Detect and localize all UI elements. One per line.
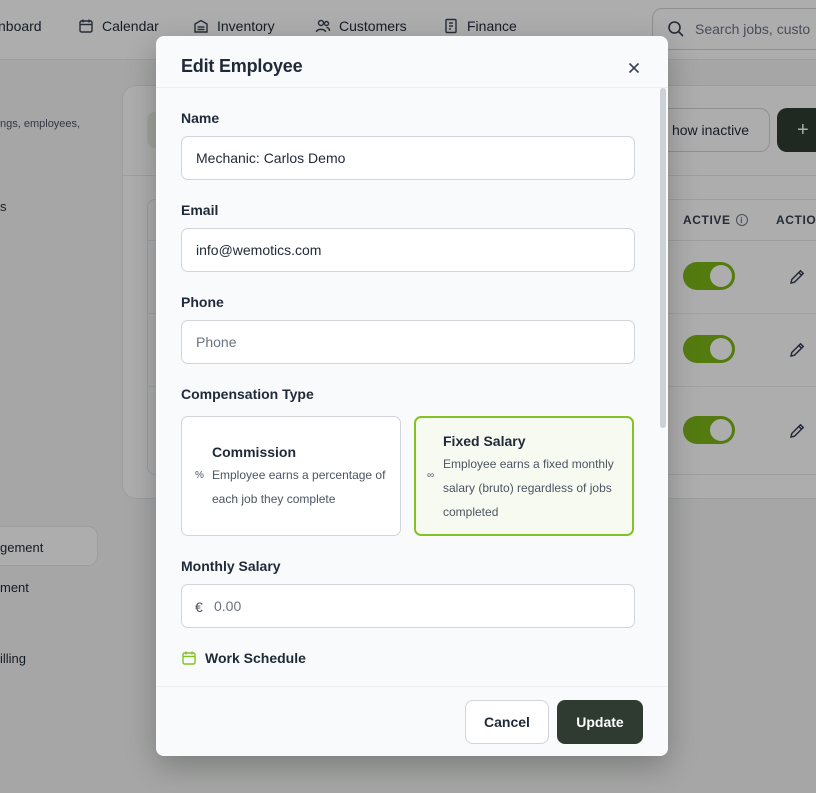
calendar-icon (182, 651, 196, 665)
phone-field[interactable] (181, 320, 635, 364)
monthly-salary-field[interactable] (214, 585, 614, 627)
fixed-desc-line: Employee earns a fixed monthly (443, 457, 614, 471)
fixed-salary-title: Fixed Salary (443, 433, 526, 449)
commission-desc-line: Employee earns a percentage of (212, 468, 386, 482)
work-schedule-label: Work Schedule (205, 650, 306, 666)
phone-label: Phone (181, 294, 224, 310)
euro-currency-symbol: € (195, 599, 203, 615)
fixed-desc-line: completed (443, 505, 499, 519)
fixed-salary-option-card[interactable]: Fixed Salary ∞ Employee earns a fixed mo… (414, 416, 634, 536)
commission-description: Employee earns a percentage of each job … (212, 463, 385, 511)
name-label: Name (181, 110, 220, 126)
commission-title: Commission (212, 444, 297, 460)
modal-title: Edit Employee (181, 56, 303, 76)
percent-icon: % (195, 470, 204, 481)
commission-option-card[interactable]: Commission % Employee earns a percentage… (181, 416, 401, 536)
compensation-type-label: Compensation Type (181, 386, 314, 402)
fixed-desc-line: salary (bruto) regardless of jobs (443, 481, 612, 495)
modal-header: Edit Employee (156, 36, 668, 88)
cancel-button[interactable]: Cancel (465, 700, 549, 744)
monthly-salary-input-wrapper: € (181, 584, 635, 628)
modal-scrollbar-thumb[interactable] (660, 88, 666, 428)
fixed-salary-description: Employee earns a fixed monthly salary (b… (443, 452, 614, 524)
work-schedule-section[interactable]: Work Schedule (181, 650, 306, 666)
email-field[interactable] (181, 228, 635, 272)
update-button[interactable]: Update (557, 700, 643, 744)
modal-footer: Cancel Update (156, 686, 668, 756)
email-label: Email (181, 202, 219, 218)
close-icon[interactable] (626, 60, 642, 76)
edit-employee-modal: Edit Employee Name Email Phone Compensat… (156, 36, 668, 756)
infinity-icon: ∞ (427, 470, 435, 481)
name-field[interactable] (181, 136, 635, 180)
commission-desc-line: each job they complete (212, 492, 336, 506)
monthly-salary-label: Monthly Salary (181, 558, 281, 574)
